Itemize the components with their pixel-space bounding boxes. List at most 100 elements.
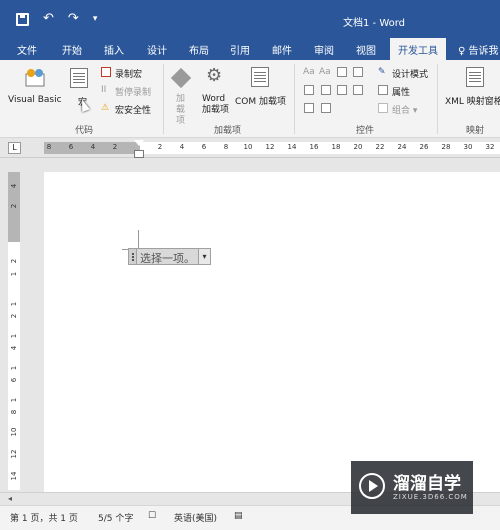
macro-security-button[interactable]: 宏安全性 [115, 103, 151, 116]
watermark-brand: 溜溜自学 [393, 474, 461, 494]
tab-layout[interactable]: 布局 [189, 42, 209, 57]
group-separator [437, 64, 438, 134]
tab-mailings[interactable]: 邮件 [272, 42, 292, 57]
tab-insert[interactable]: 插入 [104, 42, 124, 57]
document-page[interactable] [44, 172, 500, 492]
word-addins-button[interactable]: Word 加载项 [202, 94, 232, 116]
ruler-mark: 12 [265, 143, 275, 151]
plain-text-control-icon[interactable]: Aa [319, 67, 331, 77]
language-indicator[interactable]: 英语(美国) [174, 511, 217, 524]
word-count[interactable]: 5/5 个字 [98, 511, 133, 524]
design-mode-icon: ✎ [378, 67, 386, 77]
vruler-mark: 1 [10, 365, 18, 371]
ruler-mark: 4 [90, 143, 96, 151]
ruler-mark: 18 [331, 143, 341, 151]
quick-access-toolbar: ↶ ↷ ▾ [16, 12, 97, 26]
com-addins-button[interactable]: COM 加载项 [235, 94, 286, 107]
proofing-icon[interactable]: ☐ [148, 511, 156, 521]
ruler-mark: 10 [243, 143, 253, 151]
undo-icon[interactable]: ↶ [43, 12, 54, 26]
ruler-mark: 28 [441, 143, 451, 151]
xml-mapping-button[interactable]: XML 映射窗格 [445, 94, 500, 107]
save-icon[interactable] [16, 12, 29, 26]
vruler-mark: 2 [10, 203, 18, 209]
vruler-mark: 8 [10, 409, 18, 415]
vruler-mark: 10 [10, 427, 18, 437]
ruler-mark: 2 [112, 143, 118, 151]
left-indent-marker[interactable] [134, 150, 144, 158]
group-controls-label: 控件 [356, 126, 375, 136]
macro-record-icon[interactable]: ▤ [234, 511, 243, 521]
checkbox-control-icon[interactable] [304, 85, 314, 95]
record-macro-button[interactable]: 录制宏 [115, 67, 142, 80]
repeating-section-icon[interactable] [304, 103, 314, 113]
dropdown-control-icon[interactable] [337, 85, 347, 95]
ruler-mark: 26 [419, 143, 429, 151]
tab-selector[interactable]: L [8, 142, 21, 154]
horizontal-ruler: L 8 6 4 2 2 4 6 8 10 12 14 16 18 20 22 2… [0, 138, 500, 158]
first-line-indent-marker[interactable] [134, 140, 144, 146]
legacy-tools-icon[interactable] [321, 103, 331, 113]
tab-view[interactable]: 视图 [356, 42, 376, 57]
title-bar: ↶ ↷ ▾ 文档1 - Word [0, 0, 500, 38]
vruler-mark: 2 [10, 258, 18, 264]
tab-references[interactable]: 引用 [230, 42, 250, 57]
vruler-mark: 6 [10, 377, 18, 383]
margin-crop-mark [138, 230, 139, 249]
word-addins-icon: ⚙ [206, 65, 223, 86]
page-count[interactable]: 第 1 页，共 1 页 [10, 511, 78, 524]
ruler-mark: 22 [375, 143, 385, 151]
watermark-url: ZIXUE.3D66.COM [393, 493, 468, 501]
ruler-mark: 16 [309, 143, 319, 151]
ruler-mark: 8 [223, 143, 229, 151]
vruler-mark: 14 [10, 471, 18, 481]
ruler-mark: 20 [353, 143, 363, 151]
ruler-mark: 6 [201, 143, 207, 151]
tab-design[interactable]: 设计 [147, 42, 167, 57]
content-control-placeholder[interactable]: 选择一项。 [137, 249, 198, 265]
add-in-button[interactable]: 加载项 [176, 94, 190, 127]
group-code-label: 代码 [75, 126, 94, 136]
tab-file[interactable]: 文件 [17, 42, 37, 57]
window-title: 文档1 - Word [343, 18, 406, 29]
combo-box-control-icon[interactable] [321, 85, 331, 95]
picture-control-icon[interactable] [337, 67, 347, 77]
ruler-mark: 4 [179, 143, 185, 151]
macros-icon [70, 68, 88, 88]
visual-basic-button[interactable]: Visual Basic [8, 95, 62, 105]
design-mode-button[interactable]: 设计模式 [392, 67, 428, 80]
chevron-down-icon[interactable]: ▾ [198, 249, 210, 264]
play-logo-icon [359, 473, 385, 499]
ruler-mark: 2 [157, 143, 163, 151]
vruler-mark: 1 [10, 301, 18, 307]
tab-tell-me[interactable]: ♀ 告诉我 [458, 42, 499, 57]
date-picker-control-icon[interactable] [353, 85, 363, 95]
ribbon-tabs: 文件 开始 插入 设计 布局 引用 邮件 审阅 视图 开发工具 ♀ 告诉我 [0, 38, 500, 60]
group-separator [294, 64, 295, 134]
redo-icon[interactable]: ↷ [68, 12, 79, 26]
vruler-mark: 1 [10, 271, 18, 277]
record-macro-icon [101, 67, 111, 77]
scroll-left-icon[interactable]: ◂ [8, 494, 12, 503]
tab-review[interactable]: 审阅 [314, 42, 334, 57]
ruler-mark: 14 [287, 143, 297, 151]
watermark: 溜溜自学 ZIXUE.3D66.COM [351, 461, 473, 514]
building-block-control-icon[interactable] [353, 67, 363, 77]
pause-record-button[interactable]: 暂停录制 [115, 85, 151, 98]
properties-button[interactable]: 属性 [392, 85, 410, 98]
pause-record-icon: II [101, 85, 107, 95]
customize-qat-icon[interactable]: ▾ [93, 12, 98, 26]
group-button[interactable]: 组合 ▾ [392, 103, 417, 116]
vruler-mark: 4 [10, 183, 18, 189]
dropdown-content-control[interactable]: 选择一项。 ▾ [128, 248, 211, 265]
content-control-handle[interactable] [129, 249, 137, 264]
tab-developer[interactable]: 开发工具 [390, 38, 446, 60]
rich-text-control-icon[interactable]: Aa [303, 67, 315, 77]
ruler-mark: 30 [463, 143, 473, 151]
tab-home[interactable]: 开始 [62, 42, 82, 57]
properties-icon [378, 85, 388, 95]
xml-mapping-icon [466, 67, 484, 87]
vruler-mark: 1 [10, 397, 18, 403]
ribbon: Visual Basic 宏 录制宏 II 暂停录制 ⚠ 宏安全性 代码 加载项… [0, 60, 500, 138]
vruler-mark: 2 [10, 313, 18, 319]
